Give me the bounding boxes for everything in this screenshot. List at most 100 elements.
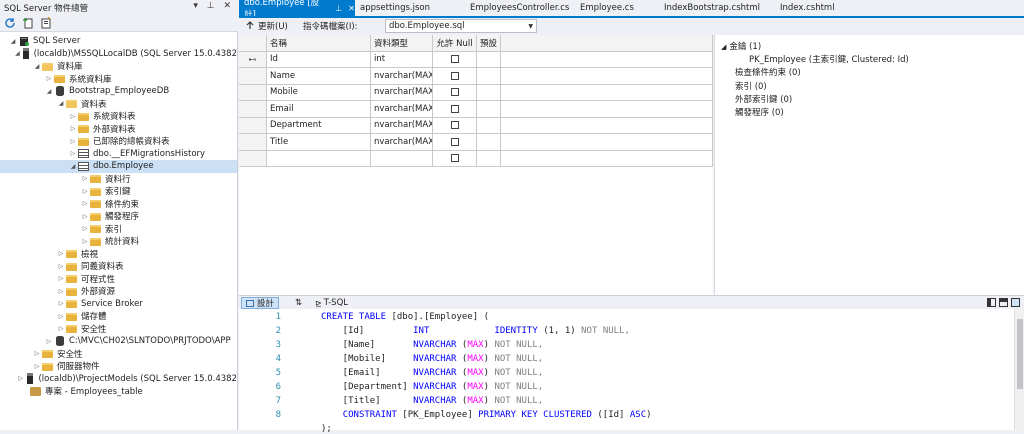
pin-icon[interactable]: ⊥ xyxy=(335,4,342,13)
expand-triangle-icon[interactable]: ▷ xyxy=(44,75,54,82)
foreign-keys-item[interactable]: 外部索引鍵 (0) xyxy=(735,93,792,105)
tab-indexbootstrap-cshtml[interactable]: IndexBootstrap.cshtml xyxy=(659,0,775,16)
tree-node[interactable]: ▷ Service Broker xyxy=(0,298,237,311)
expand-triangle-icon[interactable]: ▷ xyxy=(56,313,66,320)
collapse-triangle-icon[interactable]: ◢ xyxy=(44,88,54,95)
triggers-item[interactable]: 觸發程序 (0) xyxy=(735,106,784,118)
allow-null-checkbox[interactable] xyxy=(450,55,459,64)
default-value-cell[interactable] xyxy=(477,150,501,167)
tree-node[interactable]: ◢ 資料表 xyxy=(0,98,237,111)
grid-column-header[interactable]: 預設 xyxy=(477,35,501,52)
tree-node[interactable]: ▷ 已卸除的總帳資料表 xyxy=(0,135,237,148)
design-pane-tab[interactable]: 設計 xyxy=(241,297,280,309)
grid-row-header[interactable] xyxy=(239,101,267,118)
data-type-cell[interactable] xyxy=(371,150,433,167)
tree-node[interactable]: ▷ 檢視 xyxy=(0,248,237,261)
grid-column-header[interactable]: 名稱 xyxy=(267,35,371,52)
allow-null-cell[interactable] xyxy=(433,84,477,101)
collapse-triangle-icon[interactable]: ◢ xyxy=(14,50,21,57)
allow-null-checkbox[interactable] xyxy=(450,104,459,113)
tree-node[interactable]: ◢ dbo.Employee xyxy=(0,160,237,173)
column-name-cell[interactable] xyxy=(267,150,371,167)
tsql-editor[interactable]: 1 2 3 4 5 6 7 8 CREATE TABLE [dbo].[Empl… xyxy=(239,309,1024,434)
tree-node[interactable]: ▷ 同義資料表 xyxy=(0,260,237,273)
tree-node[interactable]: ▷ 可程式性 xyxy=(0,273,237,286)
tree-node[interactable]: ▷ 外部資料表 xyxy=(0,123,237,136)
default-value-cell[interactable] xyxy=(477,117,501,134)
refresh-icon[interactable] xyxy=(4,17,16,29)
allow-null-cell[interactable] xyxy=(433,134,477,151)
expand-triangle-icon[interactable]: ▷ xyxy=(68,138,78,145)
tree-node[interactable]: ◢ (localdb)\MSSQLLocalDB (SQL Server 15.0… xyxy=(0,48,237,61)
tab-employee-cs[interactable]: Employee.cs xyxy=(575,0,659,16)
allow-null-checkbox[interactable] xyxy=(450,121,459,130)
default-value-cell[interactable] xyxy=(477,101,501,118)
data-type-cell[interactable]: nvarchar(MAX) xyxy=(371,134,433,151)
grid-row-header[interactable] xyxy=(239,68,267,85)
expand-triangle-icon[interactable]: ▷ xyxy=(56,300,66,307)
pk-employee-item[interactable]: PK_Employee (主索引鍵, Clustered: Id) xyxy=(749,53,909,65)
expand-triangle-icon[interactable]: ▷ xyxy=(68,150,78,157)
update-button[interactable]: 更新(U) xyxy=(245,20,288,32)
column-name-cell[interactable]: Department xyxy=(267,117,371,134)
default-value-cell[interactable] xyxy=(477,84,501,101)
expand-triangle-icon[interactable]: ▷ xyxy=(80,175,90,182)
tree-node[interactable]: ▷ 系統資料庫 xyxy=(0,73,237,86)
allow-null-checkbox[interactable] xyxy=(450,154,459,163)
allow-null-cell[interactable] xyxy=(433,150,477,167)
tree-node[interactable]: ▷ C:\MVC\CH02\SLNTODO\PRJTODO\APP xyxy=(0,335,237,348)
data-type-cell[interactable]: nvarchar(MAX) xyxy=(371,68,433,85)
expand-triangle-icon[interactable]: ▷ xyxy=(80,200,90,207)
tree-node[interactable]: ◢ Bootstrap_EmployeeDB xyxy=(0,85,237,98)
add-sql-server-icon[interactable] xyxy=(22,17,34,29)
indexes-item[interactable]: 索引 (0) xyxy=(735,80,767,92)
expand-triangle-icon[interactable]: ▷ xyxy=(17,375,25,382)
allow-null-cell[interactable] xyxy=(433,51,477,68)
tab-appsettings-json[interactable]: appsettings.json xyxy=(355,0,465,16)
expand-triangle-icon[interactable]: ▷ xyxy=(68,125,78,132)
grid-row-header[interactable]: ⊷ xyxy=(239,51,267,68)
column-name-cell[interactable]: Mobile xyxy=(267,84,371,101)
new-query-icon[interactable] xyxy=(40,17,52,29)
tree-node[interactable]: ▷ 索引 xyxy=(0,223,237,236)
tree-node[interactable]: ▷ 系統資料表 xyxy=(0,110,237,123)
expand-triangle-icon[interactable]: ▷ xyxy=(56,288,66,295)
allow-null-cell[interactable] xyxy=(433,101,477,118)
data-type-cell[interactable]: nvarchar(MAX) xyxy=(371,84,433,101)
collapse-triangle-icon[interactable]: ◢ xyxy=(56,100,66,107)
expand-triangle-icon[interactable]: ▷ xyxy=(32,350,42,357)
explorer-window-controls[interactable]: ▾ ⊥ ✕ xyxy=(193,1,234,11)
tree-node[interactable]: ▷ (localdb)\ProjectModels (SQL Server 15.… xyxy=(0,373,237,386)
tsql-vertical-scrollbar[interactable] xyxy=(1014,309,1024,430)
expand-triangle-icon[interactable]: ▷ xyxy=(56,263,66,270)
grid-row-header[interactable] xyxy=(239,134,267,151)
data-type-cell[interactable]: nvarchar(MAX) xyxy=(371,117,433,134)
tree-node[interactable]: ▷ 安全性 xyxy=(0,323,237,336)
collapse-pane-icon[interactable] xyxy=(1011,298,1020,307)
column-name-cell[interactable]: Id xyxy=(267,51,371,68)
default-value-cell[interactable] xyxy=(477,68,501,85)
tree-node[interactable]: ▷ 觸發程序 xyxy=(0,210,237,223)
tree-node[interactable]: ▷ dbo.__EFMigrationsHistory xyxy=(0,148,237,161)
allow-null-cell[interactable] xyxy=(433,68,477,85)
tsql-pane-tab[interactable]: ⊵ T-SQL xyxy=(311,297,352,309)
tree-node[interactable]: ▷ 條件約束 xyxy=(0,198,237,211)
column-name-cell[interactable]: Email xyxy=(267,101,371,118)
collapse-triangle-icon[interactable]: ◢ xyxy=(8,38,18,45)
tab-dbo-employee-design[interactable]: dbo.Employee [設計] ⊥ ✕ xyxy=(239,0,355,20)
collapse-triangle-icon[interactable]: ◢ xyxy=(68,163,78,170)
scrollbar-thumb[interactable] xyxy=(1017,319,1023,389)
tab-employeescontroller-cs[interactable]: EmployeesController.cs xyxy=(465,0,575,16)
expand-triangle-icon[interactable]: ▷ xyxy=(80,188,90,195)
tree-node[interactable]: ▷ 索引鍵 xyxy=(0,185,237,198)
collapse-triangle-icon[interactable]: ◢ xyxy=(32,63,42,70)
check-constraints-item[interactable]: 檢查條件約束 (0) xyxy=(735,66,801,78)
tree-node[interactable]: ◢ 資料庫 xyxy=(0,60,237,73)
horizontal-split-icon[interactable] xyxy=(999,298,1008,307)
grid-row-header[interactable] xyxy=(239,150,267,167)
expand-triangle-icon[interactable]: ▷ xyxy=(80,238,90,245)
tree-node[interactable]: ▷ 儲存體 xyxy=(0,310,237,323)
script-file-combobox[interactable]: dbo.Employee.sql ▼ xyxy=(385,19,537,33)
expand-triangle-icon[interactable]: ▷ xyxy=(56,325,66,332)
default-value-cell[interactable] xyxy=(477,51,501,68)
